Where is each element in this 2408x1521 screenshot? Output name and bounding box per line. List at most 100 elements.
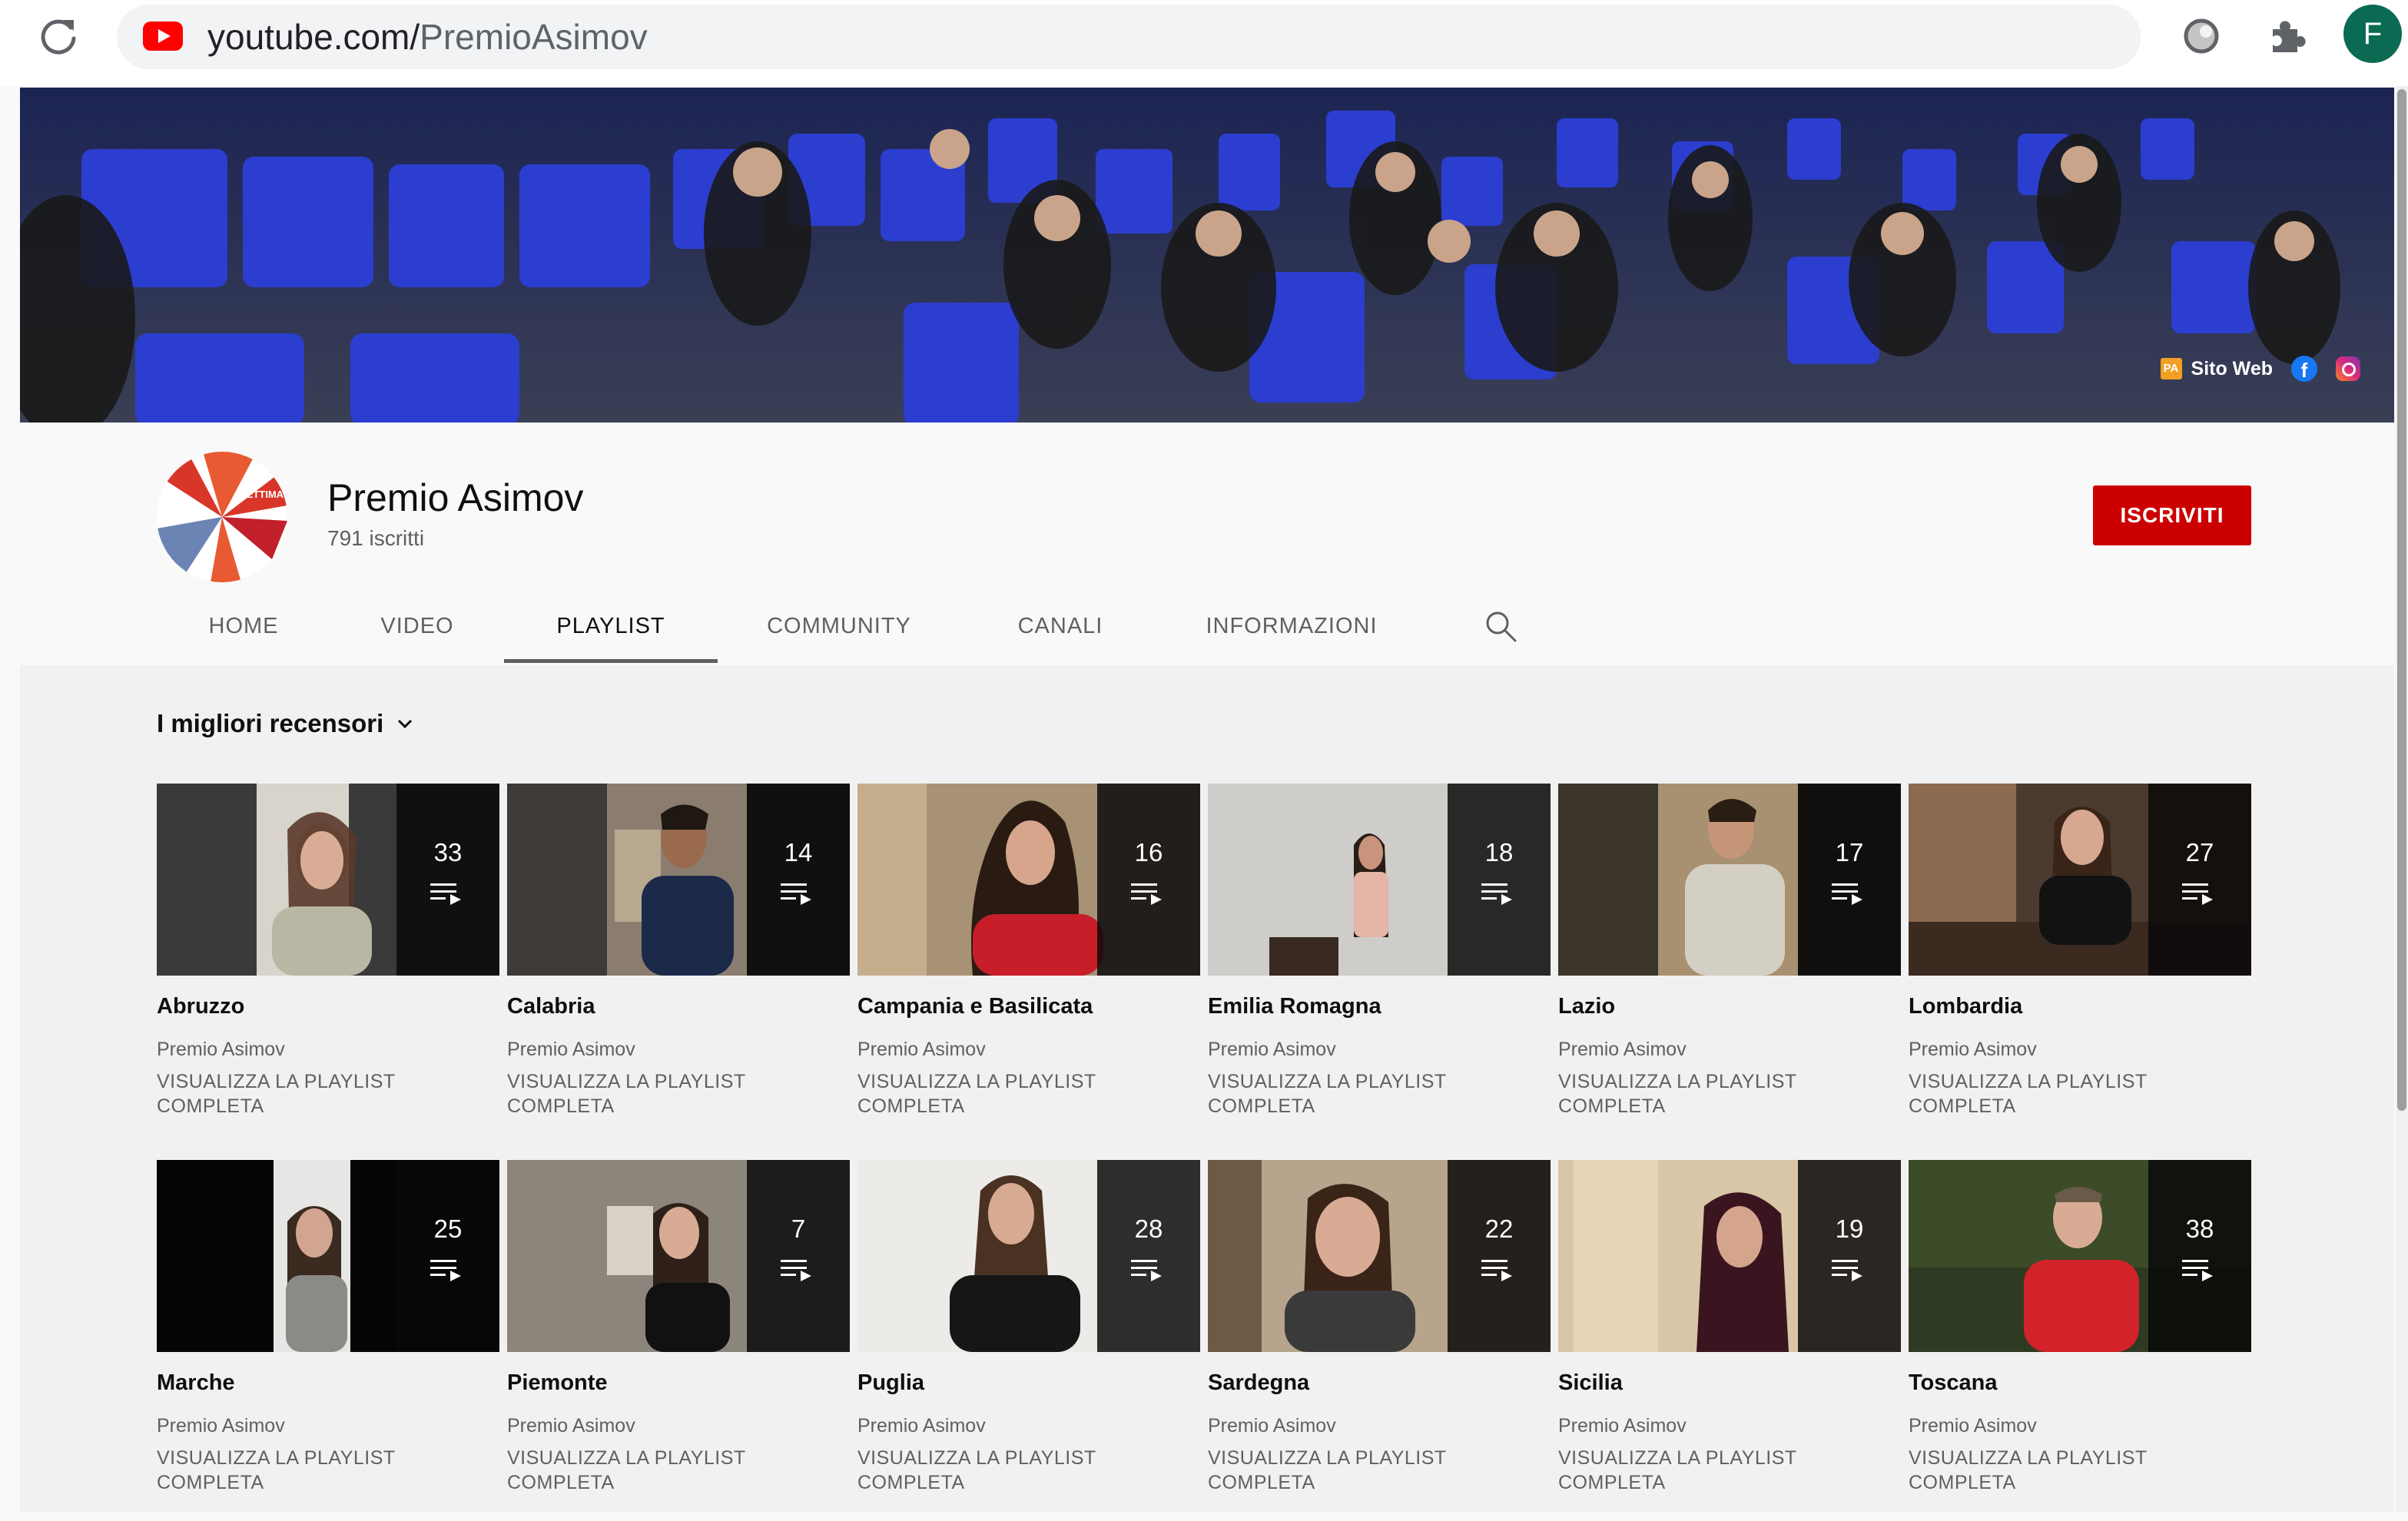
playlist-thumbnail[interactable]: 38	[1909, 1160, 2251, 1352]
playlist-title[interactable]: Piemonte	[507, 1367, 608, 1398]
playlist-title[interactable]: Emilia Romagna	[1208, 991, 1381, 1022]
sort-dropdown[interactable]: I migliori recensori	[157, 705, 416, 742]
view-full-playlist-link[interactable]: VISUALIZZA LA PLAYLIST COMPLETA	[507, 1069, 761, 1118]
page-scrollbar-thumb[interactable]	[2397, 89, 2406, 1111]
playlist-card[interactable]: 14 Calabria Premio Asimov VISUALIZZA LA …	[507, 784, 850, 1145]
url-text: youtube.com/PremioAsimov	[207, 17, 648, 57]
view-full-playlist-link[interactable]: VISUALIZZA LA PLAYLIST COMPLETA	[857, 1069, 1111, 1118]
playlist-card[interactable]: 17 Lazio Premio Asimov VISUALIZZA LA PLA…	[1558, 784, 1901, 1145]
playlist-owner[interactable]: Premio Asimov	[1909, 1413, 2037, 1438]
view-full-playlist-link[interactable]: VISUALIZZA LA PLAYLIST COMPLETA	[507, 1446, 761, 1495]
channel-avatar[interactable]: SETTIMA	[157, 452, 287, 582]
playlist-card[interactable]: 16 Campania e Basilicata Premio Asimov V…	[857, 784, 1200, 1145]
view-full-playlist-link[interactable]: VISUALIZZA LA PLAYLIST COMPLETA	[1909, 1446, 2162, 1495]
playlist-owner[interactable]: Premio Asimov	[1208, 1037, 1336, 1062]
view-full-playlist-link[interactable]: VISUALIZZA LA PLAYLIST COMPLETA	[1909, 1069, 2162, 1118]
playlist-card[interactable]: 28 Puglia Premio Asimov VISUALIZZA LA PL…	[857, 1160, 1200, 1521]
playlist-owner[interactable]: Premio Asimov	[507, 1413, 635, 1438]
extension-circle-icon[interactable]	[2182, 17, 2221, 55]
playlist-count-overlay: 17	[1798, 784, 1901, 976]
playlist-card[interactable]: 22 Sardegna Premio Asimov VISUALIZZA LA …	[1208, 1160, 1551, 1521]
playlist-title[interactable]: Abruzzo	[157, 991, 244, 1022]
playlist-thumbnail[interactable]: 17	[1558, 784, 1901, 976]
playlist-owner[interactable]: Premio Asimov	[157, 1413, 285, 1438]
instagram-icon[interactable]	[2336, 356, 2360, 381]
playlist-thumbnail[interactable]: 28	[857, 1160, 1200, 1352]
banner-links: PA Sito Web f	[2160, 353, 2360, 384]
playlist-card[interactable]: 7 Piemonte Premio Asimov VISUALIZZA LA P…	[507, 1160, 850, 1521]
playlist-thumbnail[interactable]: 33	[157, 784, 499, 976]
view-full-playlist-link[interactable]: VISUALIZZA LA PLAYLIST COMPLETA	[1208, 1446, 1461, 1495]
playlist-title[interactable]: Campania e Basilicata	[857, 991, 1093, 1022]
playlist-play-icon	[1481, 1260, 1512, 1281]
puzzle-icon[interactable]	[2265, 14, 2308, 57]
banner-audience-photo	[20, 88, 2394, 422]
playlist-play-icon	[1832, 883, 1862, 905]
playlist-thumbnail[interactable]: 16	[857, 784, 1200, 976]
playlist-title[interactable]: Toscana	[1909, 1367, 1998, 1398]
playlist-owner[interactable]: Premio Asimov	[1558, 1037, 1687, 1062]
playlist-count-overlay: 22	[1448, 1160, 1551, 1352]
playlist-count-overlay: 18	[1448, 784, 1551, 976]
facebook-icon[interactable]: f	[2291, 356, 2317, 382]
website-link[interactable]: PA Sito Web	[2160, 358, 2273, 380]
video-count: 25	[433, 1214, 463, 1243]
playlist-play-icon	[1832, 1260, 1862, 1281]
playlist-thumbnail[interactable]: 14	[507, 784, 850, 976]
playlist-owner[interactable]: Premio Asimov	[857, 1037, 986, 1062]
playlist-owner[interactable]: Premio Asimov	[1558, 1413, 1687, 1438]
reload-icon[interactable]	[35, 14, 81, 60]
address-bar[interactable]: youtube.com/PremioAsimov	[117, 5, 2141, 69]
playlist-thumbnail[interactable]: 18	[1208, 784, 1551, 976]
playlist-title[interactable]: Puglia	[857, 1367, 924, 1398]
playlist-card[interactable]: 19 Sicilia Premio Asimov VISUALIZZA LA P…	[1558, 1160, 1901, 1521]
playlist-owner[interactable]: Premio Asimov	[507, 1037, 635, 1062]
subscribe-button[interactable]: ISCRIVITI	[2093, 485, 2251, 545]
playlist-thumbnail[interactable]: 19	[1558, 1160, 1901, 1352]
playlist-thumbnail[interactable]: 25	[157, 1160, 499, 1352]
playlist-thumbnail[interactable]: 22	[1208, 1160, 1551, 1352]
browser-toolbar: youtube.com/PremioAsimov F	[0, 0, 2408, 86]
playlist-title[interactable]: Sardegna	[1208, 1367, 1309, 1398]
playlist-play-icon	[781, 883, 811, 905]
playlist-owner[interactable]: Premio Asimov	[857, 1413, 986, 1438]
playlist-owner[interactable]: Premio Asimov	[157, 1037, 285, 1062]
video-count: 28	[1134, 1214, 1163, 1243]
playlist-title[interactable]: Sicilia	[1558, 1367, 1623, 1398]
playlist-owner[interactable]: Premio Asimov	[1909, 1037, 2037, 1062]
view-full-playlist-link[interactable]: VISUALIZZA LA PLAYLIST COMPLETA	[157, 1446, 410, 1495]
video-count: 7	[791, 1214, 806, 1243]
playlist-owner[interactable]: Premio Asimov	[1208, 1413, 1336, 1438]
tab-canali[interactable]: CANALI	[999, 607, 1122, 645]
view-full-playlist-link[interactable]: VISUALIZZA LA PLAYLIST COMPLETA	[1558, 1446, 1812, 1495]
view-full-playlist-link[interactable]: VISUALIZZA LA PLAYLIST COMPLETA	[157, 1069, 410, 1118]
playlist-title[interactable]: Lazio	[1558, 991, 1615, 1022]
avatar-text: SETTIMA	[240, 489, 284, 500]
playlist-play-icon	[2182, 883, 2213, 905]
playlist-card[interactable]: 33 Abruzzo Premio Asimov VISUALIZZA LA P…	[157, 784, 499, 1145]
tab-video[interactable]: VIDEO	[366, 607, 469, 645]
playlist-card[interactable]: 18 Emilia Romagna Premio Asimov VISUALIZ…	[1208, 784, 1551, 1145]
playlist-title[interactable]: Calabria	[507, 991, 595, 1022]
tab-informazioni[interactable]: INFORMAZIONI	[1196, 607, 1388, 645]
video-count: 19	[1835, 1214, 1864, 1243]
playlist-thumbnail[interactable]: 27	[1909, 784, 2251, 976]
playlist-card[interactable]: 25 Marche Premio Asimov VISUALIZZA LA PL…	[157, 1160, 499, 1521]
playlist-title[interactable]: Marche	[157, 1367, 235, 1398]
view-full-playlist-link[interactable]: VISUALIZZA LA PLAYLIST COMPLETA	[1558, 1069, 1812, 1118]
tab-community[interactable]: COMMUNITY	[753, 607, 925, 645]
profile-avatar[interactable]: F	[2343, 5, 2402, 63]
playlist-count-overlay: 27	[2148, 784, 2251, 976]
channel-name: Premio Asimov	[327, 476, 584, 519]
playlist-card[interactable]: 38 Toscana Premio Asimov VISUALIZZA LA P…	[1909, 1160, 2251, 1521]
playlist-play-icon	[1131, 883, 1162, 905]
view-full-playlist-link[interactable]: VISUALIZZA LA PLAYLIST COMPLETA	[1208, 1069, 1461, 1118]
tab-home[interactable]: HOME	[192, 607, 295, 645]
tab-playlist[interactable]: PLAYLIST	[504, 607, 718, 645]
search-icon[interactable]	[1483, 608, 1518, 644]
sort-label: I migliori recensori	[157, 709, 384, 737]
playlist-thumbnail[interactable]: 7	[507, 1160, 850, 1352]
playlist-card[interactable]: 27 Lombardia Premio Asimov VISUALIZZA LA…	[1909, 784, 2251, 1145]
playlist-title[interactable]: Lombardia	[1909, 991, 2022, 1022]
view-full-playlist-link[interactable]: VISUALIZZA LA PLAYLIST COMPLETA	[857, 1446, 1111, 1495]
